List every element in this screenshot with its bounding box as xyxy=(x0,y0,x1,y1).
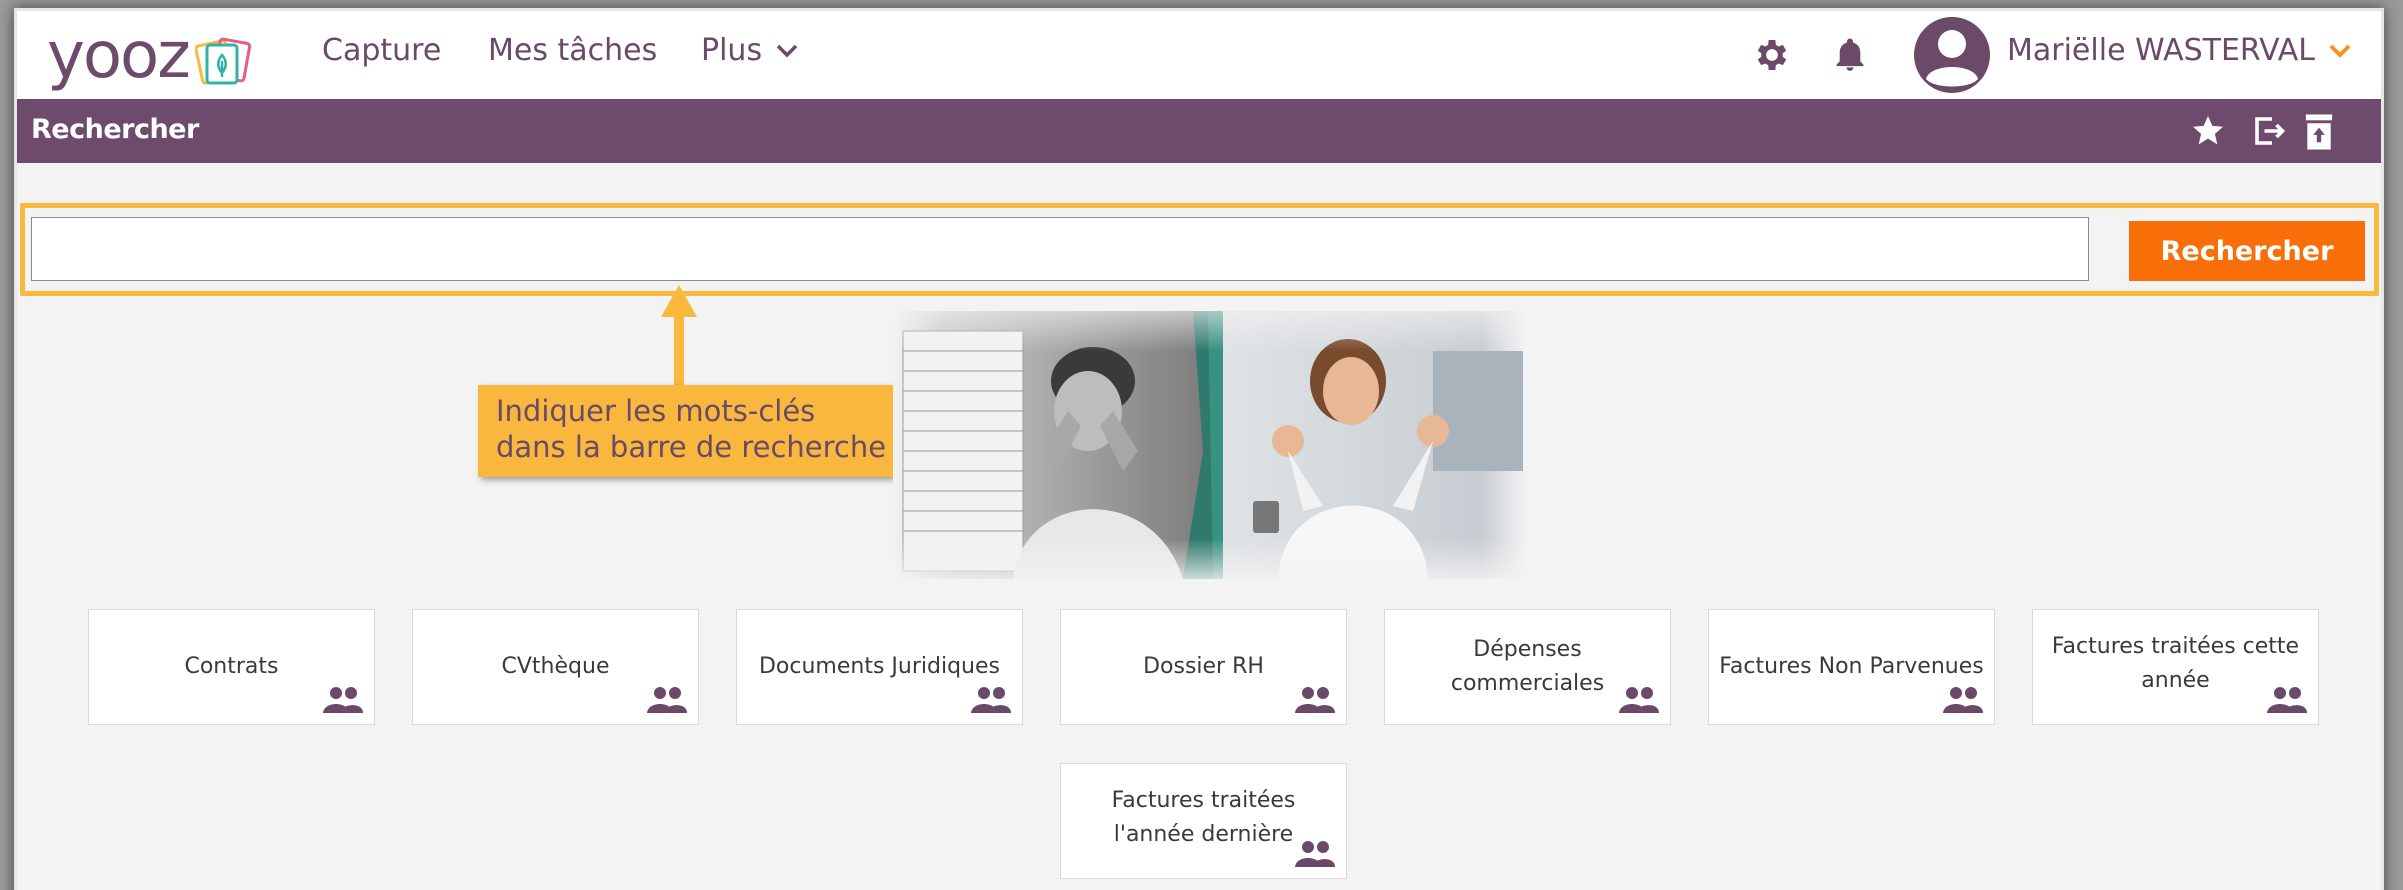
shared-users-icon xyxy=(971,687,1011,713)
card-factures-non-parvenues[interactable]: Factures Non Parvenues xyxy=(1708,609,1995,725)
yooz-logo[interactable]: yooz xyxy=(47,21,253,91)
shared-users-icon xyxy=(1295,687,1335,713)
card-factures-traitees-cette-annee[interactable]: Factures traitées cette année xyxy=(2032,609,2319,725)
archive-icon[interactable] xyxy=(2304,113,2334,155)
search-button[interactable]: Rechercher xyxy=(2129,221,2365,281)
page-title: Rechercher xyxy=(31,114,199,145)
search-input[interactable] xyxy=(31,217,2089,281)
card-contrats[interactable]: Contrats xyxy=(88,609,375,725)
card-depenses-commerciales[interactable]: Dépenses commerciales xyxy=(1384,609,1671,725)
card-factures-traitees-annee-derniere[interactable]: Factures traitées l'année dernière xyxy=(1060,763,1347,879)
annotation-line-2: dans la barre de recherche xyxy=(496,430,887,464)
nav-mes-taches[interactable]: Mes tâches xyxy=(488,33,657,68)
card-cvtheque[interactable]: CVthèque xyxy=(412,609,699,725)
export-icon[interactable] xyxy=(2250,113,2288,153)
annotation-callout: Indiquer les mots-clés dans la barre de … xyxy=(478,385,893,477)
bell-icon[interactable] xyxy=(1831,35,1869,79)
card-dossier-rh[interactable]: Dossier RH xyxy=(1060,609,1347,725)
search-header-bar: Rechercher xyxy=(17,99,2381,163)
shared-users-icon xyxy=(2267,687,2307,713)
nav-plus-menu[interactable]: Plus xyxy=(701,33,798,68)
chevron-down-icon xyxy=(2329,44,2351,58)
annotation-line-1: Indiquer les mots-clés xyxy=(496,394,816,428)
card-documents-juridiques[interactable]: Documents Juridiques xyxy=(736,609,1023,725)
shared-users-icon xyxy=(1943,687,1983,713)
hero-image xyxy=(893,311,1527,579)
shared-users-icon xyxy=(1295,841,1335,867)
star-icon[interactable] xyxy=(2189,113,2227,153)
cards-logo-icon xyxy=(194,37,251,85)
shared-users-icon xyxy=(1619,687,1659,713)
shared-users-icon xyxy=(647,687,687,713)
annotation-arrow-icon xyxy=(661,285,697,387)
shared-users-icon xyxy=(323,687,363,713)
chevron-down-icon xyxy=(776,44,798,57)
nav-plus-label: Plus xyxy=(701,33,763,68)
nav-capture[interactable]: Capture xyxy=(322,33,441,68)
top-navigation: yooz Capture Mes tâches Plus Mariëlle WA… xyxy=(17,11,2381,99)
logo-text: yooz xyxy=(47,19,191,93)
app-window: yooz Capture Mes tâches Plus Mariëlle WA… xyxy=(14,8,2384,890)
gear-icon[interactable] xyxy=(1752,35,1792,79)
user-menu[interactable]: Mariëlle WASTERVAL xyxy=(2007,33,2351,68)
user-avatar-icon[interactable] xyxy=(1914,17,1990,93)
user-name: Mariëlle WASTERVAL xyxy=(2007,33,2315,68)
